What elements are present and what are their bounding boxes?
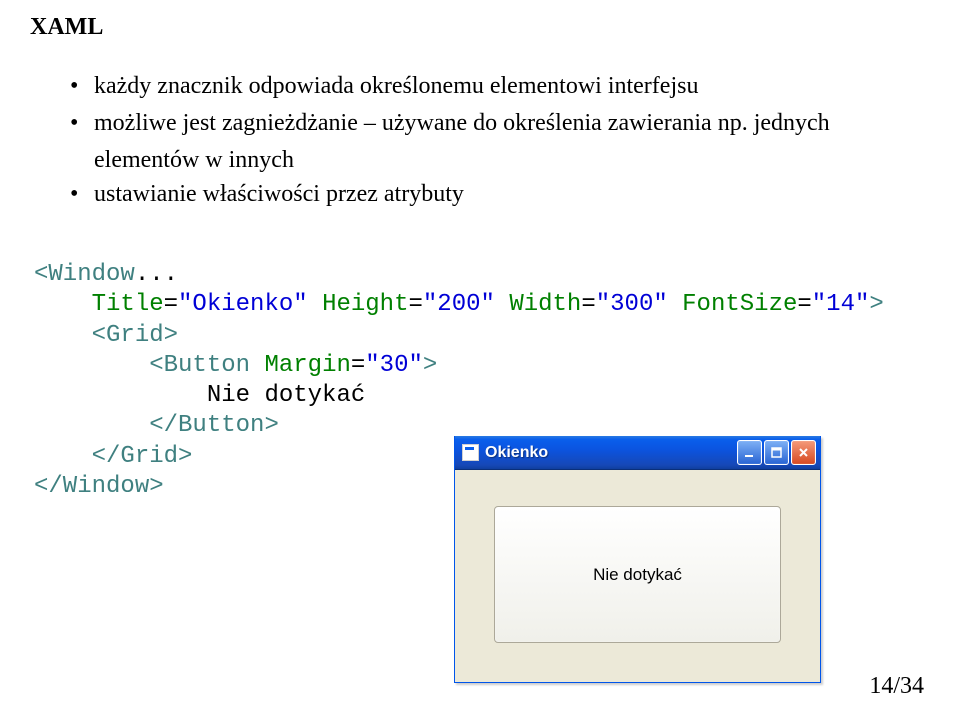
xaml-attr: Height xyxy=(322,291,408,318)
minimize-icon xyxy=(743,446,756,459)
equals: = xyxy=(351,352,365,379)
indent xyxy=(34,352,149,379)
bullet-item: ustawianie właściwości przez atrybuty xyxy=(70,177,930,212)
xaml-tag: </Grid> xyxy=(92,443,193,470)
indent xyxy=(34,443,92,470)
xaml-value: "30" xyxy=(365,352,423,379)
xaml-attr: Margin xyxy=(264,352,350,379)
bullet-item: możliwe jest zagnieżdżanie – używane do … xyxy=(70,106,930,141)
xaml-value: "Okienko" xyxy=(178,291,308,318)
indent xyxy=(34,291,92,318)
xaml-tag: <Grid> xyxy=(92,322,178,349)
xaml-attr: FontSize xyxy=(682,291,797,318)
xaml-attr: Width xyxy=(509,291,581,318)
bullet-continuation: elementów w innych xyxy=(94,143,930,178)
bullet-list: każdy znacznik odpowiada określonemu ele… xyxy=(70,69,930,141)
maximize-button[interactable] xyxy=(764,440,789,465)
page-number: 14/34 xyxy=(869,673,924,700)
xaml-tag: <Button xyxy=(149,352,250,379)
xaml-value: "14" xyxy=(812,291,870,318)
titlebar[interactable]: Okienko xyxy=(455,436,820,470)
maximize-icon xyxy=(770,446,783,459)
xaml-tag: </Button> xyxy=(149,412,279,439)
equals: = xyxy=(164,291,178,318)
close-icon xyxy=(797,446,810,459)
xaml-close: > xyxy=(423,352,437,379)
bullet-list: ustawianie właściwości przez atrybuty xyxy=(70,177,930,212)
window-icon xyxy=(462,444,479,461)
indent xyxy=(34,382,207,409)
xaml-value: "200" xyxy=(423,291,495,318)
close-button[interactable] xyxy=(791,440,816,465)
page-title: XAML xyxy=(30,14,930,41)
xaml-tag: <Window xyxy=(34,261,135,288)
equals: = xyxy=(797,291,811,318)
xaml-tag: </Window> xyxy=(34,473,164,500)
indent xyxy=(34,322,92,349)
xaml-text: Nie dotykać xyxy=(207,382,365,409)
window-title: Okienko xyxy=(485,444,737,462)
client-area: Nie dotykać xyxy=(458,470,817,679)
xaml-close: > xyxy=(869,291,883,318)
bullet-item: każdy znacznik odpowiada określonemu ele… xyxy=(70,69,930,104)
indent xyxy=(34,412,149,439)
equals: = xyxy=(408,291,422,318)
xaml-attr: Title xyxy=(92,291,164,318)
xaml-value: "300" xyxy=(596,291,668,318)
xaml-ellipsis: ... xyxy=(135,261,178,288)
space xyxy=(250,352,264,379)
equals: = xyxy=(581,291,595,318)
minimize-button[interactable] xyxy=(737,440,762,465)
nie-dotykac-button[interactable]: Nie dotykać xyxy=(494,506,781,643)
example-window: Okienko Nie dotykać xyxy=(454,436,821,683)
